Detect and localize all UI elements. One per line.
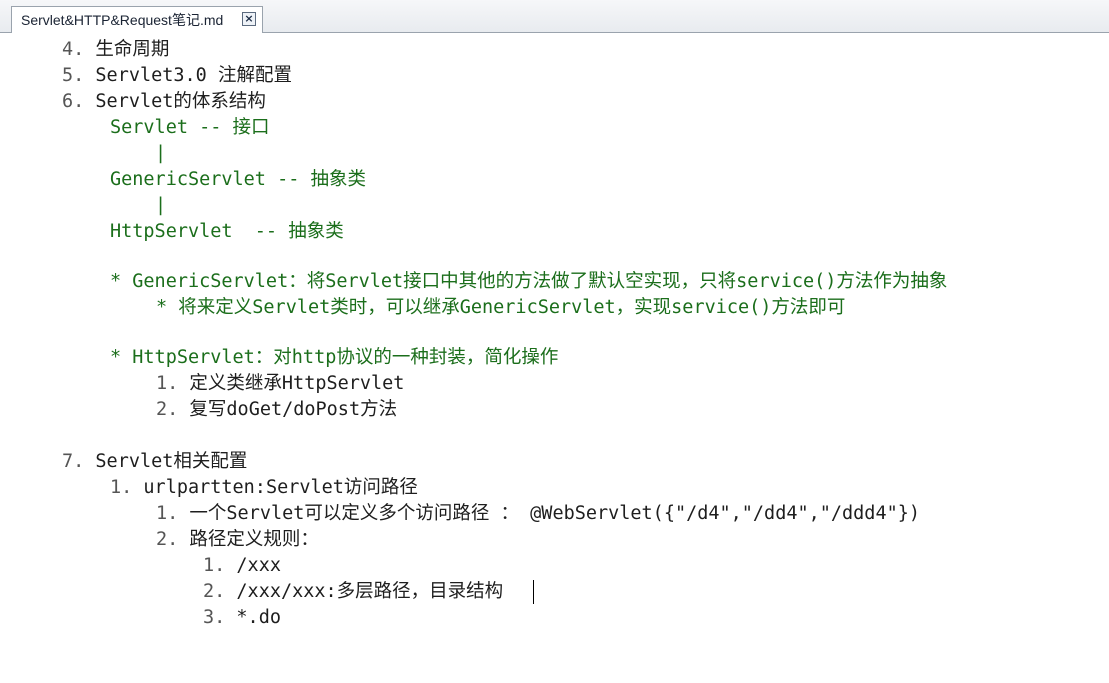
- code-line: |: [155, 143, 167, 164]
- bullet-item: * HttpServlet：对http协议的一种封装，简化操作: [110, 347, 559, 368]
- code-line: GenericServlet -- 抽象类: [110, 169, 366, 190]
- list-item: 5. Servlet3.0 注解配置: [62, 65, 292, 86]
- editor-tab[interactable]: Servlet&HTTP&Request笔记.md ×: [11, 6, 263, 33]
- code-line: HttpServlet -- 抽象类: [110, 221, 344, 242]
- list-item: 1. /xxx: [203, 555, 281, 576]
- tab-bar: Servlet&HTTP&Request笔记.md ×: [0, 0, 1109, 33]
- list-item: 2. 复写doGet/doPost方法: [156, 399, 398, 420]
- bullet-item: * GenericServlet：将Servlet接口中其他的方法做了默认空实现…: [110, 271, 948, 292]
- list-item: 2. 路径定义规则：: [156, 529, 319, 550]
- code-line: Servlet -- 接口: [110, 117, 270, 138]
- close-icon[interactable]: ×: [242, 12, 256, 26]
- list-item: 4. 生命周期: [62, 39, 170, 60]
- list-item: 7. Servlet相关配置: [62, 451, 248, 472]
- tab-title: Servlet&HTTP&Request笔记.md: [21, 12, 224, 28]
- code-line: |: [155, 195, 167, 216]
- bullet-item: * 将来定义Servlet类时，可以继承GenericServlet，实现ser…: [156, 297, 846, 318]
- list-item: 1. 定义类继承HttpServlet: [156, 373, 405, 394]
- list-item: 6. Servlet的体系结构: [62, 91, 266, 112]
- list-item: 1. 一个Servlet可以定义多个访问路径 ： @WebServlet({"/…: [156, 503, 920, 524]
- list-item: 3. *.do: [203, 607, 281, 628]
- text-caret: [533, 580, 534, 604]
- list-item: 1. urlpartten:Servlet访问路径: [110, 477, 418, 498]
- list-item: 2. /xxx/xxx:多层路径，目录结构: [203, 581, 504, 602]
- editor-content[interactable]: 4. 生命周期 5. Servlet3.0 注解配置 6. Servlet的体系…: [0, 33, 1109, 683]
